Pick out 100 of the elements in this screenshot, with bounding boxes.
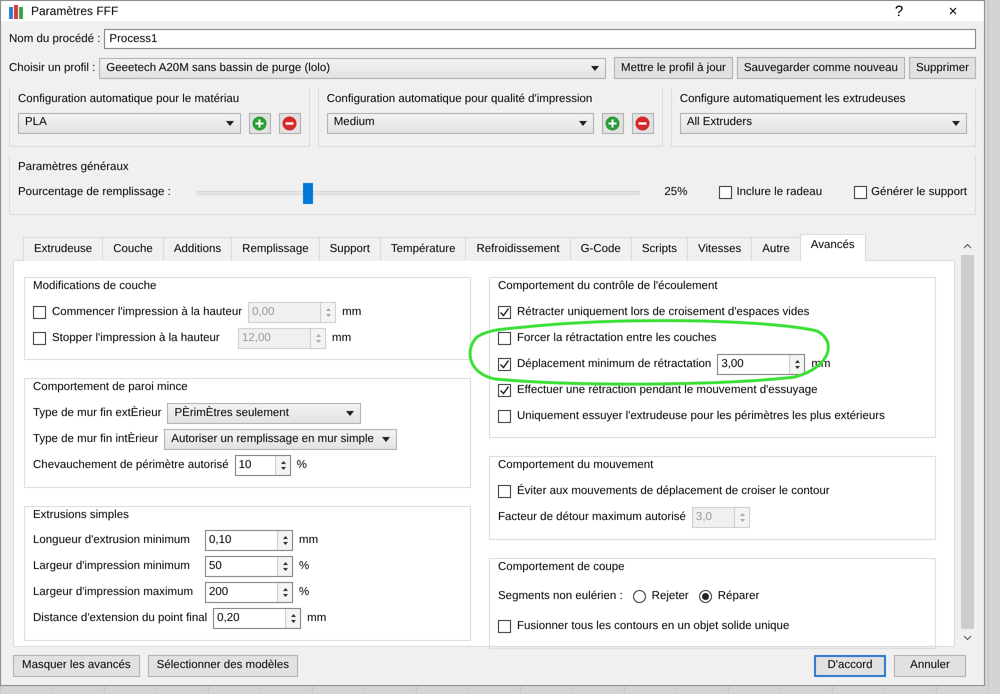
remove-icon[interactable] [632, 112, 654, 134]
checkbox-label: Rétracter uniquement lors de croisement d'espaces vides [517, 304, 810, 320]
spin-arrows-icon[interactable] [789, 354, 804, 374]
dropdown[interactable]: Autoriser un remplissage en mur simple [164, 429, 397, 450]
tab[interactable]: G-Code [570, 236, 632, 261]
checkbox[interactable] [719, 186, 732, 200]
checkbox-label: Déplacement minimum de rétractation [517, 356, 712, 372]
number-field[interactable]: 50 [205, 556, 293, 578]
tab[interactable]: Vitesses [687, 236, 752, 261]
checkbox[interactable] [498, 332, 511, 345]
checkbox[interactable] [498, 384, 511, 397]
field-label: Facteur de détour maximum autorisé [498, 510, 686, 525]
close-button[interactable]: × [930, 4, 976, 19]
number-field[interactable]: 0,20 [213, 608, 302, 630]
unit-label: % [296, 458, 307, 473]
field-label: Segments non eulérien : [498, 589, 623, 604]
field-label: Largeur d'impression minimum [33, 559, 191, 574]
checkbox[interactable] [498, 306, 511, 319]
checkbox-label: Éviter aux mouvements de déplacement de croiser le contour [517, 483, 830, 499]
number-field[interactable]: 200 [205, 582, 293, 604]
footer-button[interactable]: Annuler [894, 655, 966, 677]
checkbox[interactable] [854, 186, 868, 200]
number-field[interactable]: 3,00 [717, 354, 806, 375]
unit-label: % [299, 559, 310, 574]
tab[interactable]: Scripts [630, 236, 688, 261]
action-button[interactable]: Mettre le profil à jour [614, 57, 733, 80]
caret-icon [591, 66, 600, 71]
checkbox[interactable] [498, 485, 511, 498]
window-title: Paramètres FFF [31, 3, 118, 20]
footer-button[interactable]: Sélectionner des modèles [148, 655, 298, 677]
checkbox[interactable] [498, 410, 511, 423]
unit-label: % [299, 585, 310, 600]
add-icon[interactable] [602, 112, 624, 134]
radio-label: Réparer [718, 589, 760, 604]
add-icon[interactable] [248, 112, 271, 134]
caret-icon [346, 411, 354, 416]
unit-label: mm [342, 304, 362, 320]
caret-icon [578, 120, 587, 126]
tab[interactable]: Couche [102, 236, 164, 261]
tab[interactable]: Support [318, 236, 381, 261]
dropdown[interactable]: PLA [18, 112, 241, 134]
radio-button[interactable] [632, 590, 646, 604]
tab[interactable]: Additions [162, 236, 232, 261]
checkbox-label: Fusionner tous les contours en un objet solide unique [517, 619, 790, 634]
group-title: Configuration automatique pour qualité d'impression [326, 93, 592, 106]
dropdown[interactable]: Geeetech A20M sans bassin de purge (lolo) [99, 58, 606, 79]
field-label: Distance d'extension du point final [33, 611, 208, 626]
field-label: Choisir un profil : [9, 60, 96, 76]
checkbox[interactable] [498, 620, 511, 634]
spin-arrows-icon[interactable] [285, 609, 300, 628]
radio-label: Rejeter [652, 589, 689, 604]
checkbox-label: Effectuer une rétraction pendant le mouvement d'essuyage [517, 382, 818, 398]
scroll-up-icon[interactable] [963, 242, 972, 249]
checkbox-label: Inclure le radeau [736, 185, 822, 200]
remove-icon[interactable] [278, 112, 301, 134]
checkbox-label: Forcer la rétractation entre les couches [517, 330, 716, 346]
tab[interactable]: Refroidissement [465, 236, 571, 261]
field-label: Nom du procédé : [9, 32, 100, 47]
checkbox-label: Commencer l'impression à la hauteur [52, 304, 242, 320]
spin-arrows-icon[interactable] [277, 557, 292, 576]
dropdown[interactable]: Medium [326, 112, 594, 134]
checkbox[interactable] [498, 358, 511, 371]
radio-button[interactable] [698, 590, 712, 604]
number-field[interactable]: 10 [234, 455, 291, 476]
field-label: Longueur d'extrusion minimum [33, 533, 191, 548]
field-label: Type de mur fin extÈrieur [33, 405, 162, 421]
unit-label: mm [299, 533, 318, 548]
caret-icon [226, 120, 234, 126]
footer-button[interactable]: D'accord [814, 655, 886, 677]
app-logo-icon [9, 2, 23, 20]
action-button[interactable]: Sauvegarder comme nouveau [736, 57, 905, 80]
slider-thumb[interactable] [303, 182, 314, 204]
group-title: Configure automatiquement les extrudeuses [680, 93, 906, 106]
dropdown[interactable]: All Extruders [680, 112, 967, 134]
slider-label: Pourcentage de remplissage : [18, 185, 171, 200]
unit-label: mm [332, 330, 352, 346]
tab[interactable]: Température [380, 236, 466, 261]
spin-arrows-icon[interactable] [274, 456, 290, 475]
checkbox-label: Stopper l'impression à la hauteur [52, 330, 221, 346]
spin-arrows-icon[interactable] [277, 583, 292, 602]
caret-icon [952, 120, 960, 126]
checkbox-label: Générer le support [871, 185, 967, 200]
group-title: Configuration automatique pour le matériau [18, 93, 240, 106]
number-field[interactable]: 0,10 [205, 530, 293, 552]
tab[interactable]: Remplissage [231, 236, 320, 261]
field-label: Type de mur fin intÈrieur [33, 431, 158, 447]
spin-arrows-icon[interactable] [277, 531, 292, 550]
group-title: Paramètres généraux [18, 160, 129, 172]
scroll-down-icon[interactable] [963, 635, 972, 641]
unit-label: mm [307, 611, 326, 626]
input-field[interactable]: Process1 [104, 29, 976, 50]
caret-icon [382, 437, 390, 442]
help-button[interactable]: ? [876, 4, 922, 19]
action-button[interactable]: Supprimer [908, 57, 976, 80]
tab[interactable]: Extrudeuse [23, 236, 104, 261]
field-label: Chevauchement de périmètre autorisé [33, 458, 229, 473]
footer-button[interactable]: Masquer les avancés [13, 655, 140, 677]
dropdown[interactable]: PÈrimÈtres seulement [167, 403, 362, 424]
tab[interactable]: Autre [751, 236, 801, 261]
tab[interactable]: Avancés [800, 234, 866, 261]
